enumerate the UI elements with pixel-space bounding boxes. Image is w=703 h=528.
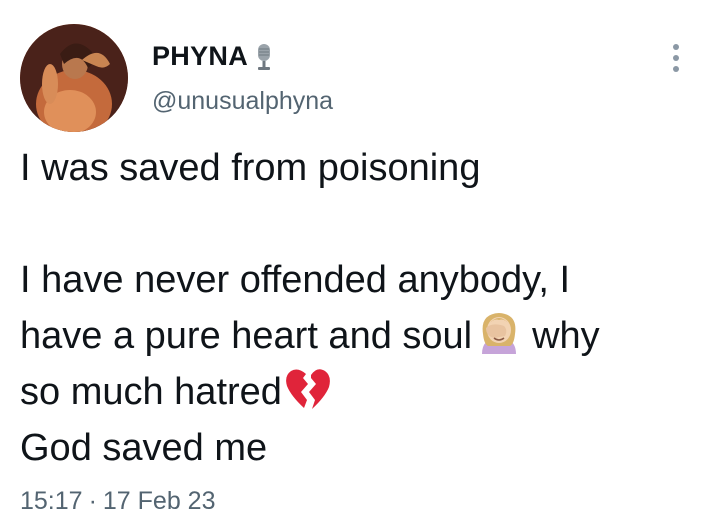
user-handle[interactable]: @unusualphyna: [152, 86, 333, 116]
more-vertical-icon: [673, 44, 679, 50]
tweet-time: 15:17: [20, 487, 83, 515]
meta-separator: ·: [88, 487, 97, 515]
tweet-line: have a pure heart and soul why: [20, 308, 690, 364]
more-options-button[interactable]: [664, 40, 688, 76]
tweet-line: I was saved from poisoning: [20, 147, 481, 189]
tweet-text: I was saved from poisoning I have never …: [20, 140, 690, 476]
tweet-line-text: have a pure heart and soul: [20, 315, 473, 357]
tweet-line: I have never offended anybody, I: [20, 259, 570, 301]
tweet-line-text: so much hatred: [20, 371, 282, 413]
microphone-icon: [254, 40, 274, 72]
tweet-line: so much hatred: [20, 364, 690, 420]
tweet-date: 17 Feb 23: [102, 487, 216, 515]
tweet-timestamp[interactable]: 15:17 · 17 Feb 23: [20, 486, 215, 516]
tweet-line: God saved me: [20, 427, 268, 469]
tweet-card: PHYNA @unusualphyna I was saved from poi…: [0, 0, 703, 528]
avatar[interactable]: [20, 24, 128, 132]
woman-facepalming-icon: [474, 308, 524, 358]
display-name[interactable]: PHYNA: [152, 40, 248, 72]
tweet-line-text: why: [532, 315, 600, 357]
broken-heart-icon: [284, 366, 332, 412]
user-name-row: PHYNA: [152, 40, 274, 72]
